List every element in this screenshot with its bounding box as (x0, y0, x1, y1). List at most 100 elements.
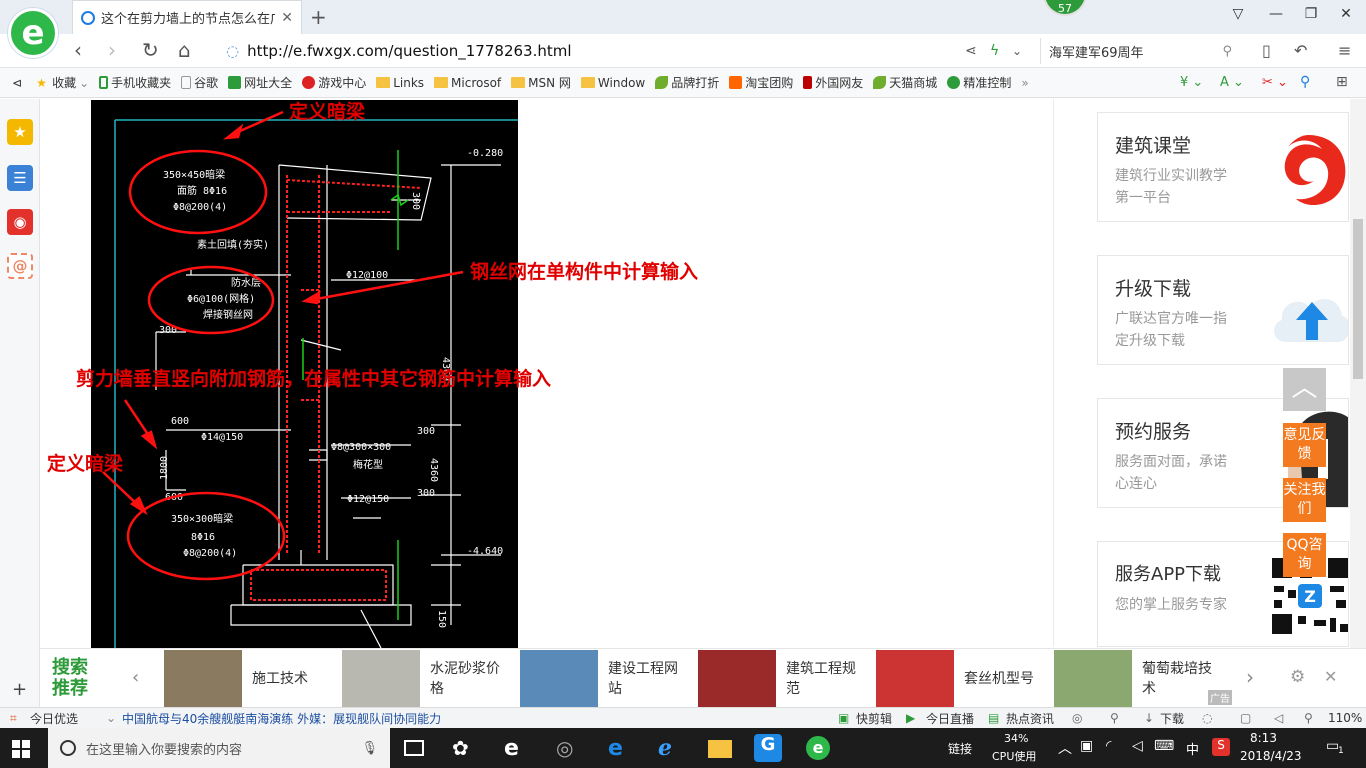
minimize-button[interactable]: — (1264, 6, 1288, 26)
bookmark-item[interactable]: 天猫商城 (873, 74, 937, 91)
close-recommend-icon[interactable]: ✕ (1324, 667, 1337, 686)
weibo-icon[interactable]: ◉ (7, 209, 33, 235)
shield-icon[interactable]: ¥ ⌄ (1180, 75, 1203, 90)
browser-logo-icon[interactable]: e (8, 8, 58, 58)
wifi-icon[interactable]: ◜ (1106, 738, 1111, 754)
quick-cut-button[interactable]: 快剪辑 (856, 710, 892, 727)
sogou-ime-icon[interactable]: S (1212, 738, 1230, 756)
recommend-item[interactable]: 水泥砂浆价格 (342, 649, 506, 708)
tray-app-icon[interactable]: ▣ (1080, 738, 1093, 754)
clock-date[interactable]: 2018/4/23 (1240, 749, 1302, 763)
recommend-item[interactable]: 套丝机型号 (876, 649, 1040, 708)
forward-button[interactable]: › (108, 38, 116, 62)
mobile-icon[interactable]: ▯ (1262, 41, 1271, 60)
glodon-app-icon[interactable]: G (754, 734, 782, 762)
bookmark-folder[interactable]: MSN 网 (511, 74, 571, 91)
favorites-star-icon[interactable]: ★ (7, 119, 33, 145)
download-button[interactable]: 下载 (1160, 710, 1184, 727)
feedback-button[interactable]: 意见反馈 (1283, 423, 1326, 467)
new-tab-button[interactable]: + (310, 5, 327, 29)
browser-tab[interactable]: 这个在剪力墙上的节点怎么在广联 ✕ (72, 0, 302, 34)
hot-news-button[interactable]: 热点资讯 (1006, 710, 1054, 727)
bookmark-item[interactable]: 精准控制 (947, 74, 1011, 91)
browser-e-app-icon[interactable]: e (504, 736, 528, 761)
bookmark-item[interactable]: 网址大全 (228, 74, 292, 91)
menu-icon[interactable]: ≡ (1338, 41, 1351, 60)
volume-icon[interactable]: ◁ (1274, 711, 1283, 725)
recommend-item[interactable]: 建设工程网站 (520, 649, 684, 708)
taskbar-search-box[interactable]: 在这里输入你要搜索的内容 🎙︎ (48, 728, 390, 768)
email-icon[interactable]: @ (7, 253, 33, 279)
add-sidebar-button[interactable]: + (12, 679, 27, 700)
tray-up-chevron-icon[interactable]: ︿ (1058, 738, 1072, 758)
pinwheel-app-icon[interactable]: ✿ (452, 736, 476, 760)
task-view-icon[interactable] (404, 740, 424, 756)
speed-icon[interactable]: ◎ (1072, 711, 1082, 725)
sidebar-toggle-icon[interactable]: ⊲ (12, 76, 22, 90)
keyboard-icon[interactable]: ⌨ (1154, 738, 1174, 754)
clock-time[interactable]: 8:13 (1250, 731, 1277, 745)
expand-chevron-icon[interactable]: ⌄ (106, 711, 116, 725)
follow-us-button[interactable]: 关注我们 (1283, 478, 1326, 522)
link-label[interactable]: 链接 (948, 740, 972, 757)
windows-start-icon[interactable] (12, 740, 30, 758)
swirl-app-icon[interactable]: ◎ (556, 736, 580, 760)
search-box[interactable]: 海军建军69周年 ⚲ (1040, 38, 1240, 64)
bookmark-item[interactable]: 游戏中心 (302, 74, 366, 91)
bookmark-folder[interactable]: Links (376, 76, 424, 90)
recommend-item[interactable]: 施工技术 (164, 649, 328, 708)
window-icon[interactable]: ▢ (1240, 711, 1251, 725)
bookmark-folder[interactable]: Microsof (434, 76, 501, 90)
page-scrollbar[interactable] (1350, 99, 1366, 707)
next-arrow-icon[interactable]: › (1246, 665, 1254, 689)
tab-close-icon[interactable]: ✕ (281, 10, 293, 26)
qq-consult-button[interactable]: QQ咨询 (1283, 533, 1326, 577)
home-icon[interactable]: ⌂ (178, 38, 191, 62)
more-bookmarks-icon[interactable]: » (1021, 76, 1028, 90)
reading-list-icon[interactable]: ☰ (7, 165, 33, 191)
pin-icon[interactable]: ⚲ (1110, 711, 1119, 725)
bookmark-item[interactable]: 手机收藏夹 (99, 74, 171, 91)
translate-icon[interactable]: A ⌄ (1220, 75, 1244, 90)
back-to-top-button[interactable]: ︿ (1283, 368, 1326, 411)
refresh-button[interactable]: ↻ (142, 38, 159, 62)
clean-icon[interactable]: ◌ (1202, 711, 1212, 725)
ad-card-classroom[interactable]: 建筑课堂 建筑行业实训教学第一平台 (1097, 112, 1349, 222)
back-button[interactable]: ‹ (74, 38, 82, 62)
address-bar[interactable]: ◌ http://e.fwxgx.com/question_1778263.ht… (226, 40, 1006, 62)
microphone-icon[interactable]: 🎙︎ (361, 741, 378, 756)
ad-card-upgrade[interactable]: 升级下载 广联达官方唯一指定升级下载 (1097, 255, 1349, 365)
bookmark-item[interactable]: ★ 收藏 ⌄ (36, 74, 89, 91)
scissors-icon[interactable]: ✂ ⌄ (1262, 75, 1288, 90)
zoom-level[interactable]: 110% (1328, 711, 1362, 725)
recommend-item[interactable]: 葡萄栽培技术 (1054, 649, 1218, 708)
recommend-item[interactable]: 建筑工程规范 (698, 649, 862, 708)
scrollbar-thumb[interactable] (1353, 219, 1363, 379)
browser-green-icon[interactable]: e (806, 736, 830, 760)
file-explorer-icon[interactable] (708, 740, 732, 758)
zoom-search-icon[interactable]: ⚲ (1300, 74, 1310, 90)
volume-tray-icon[interactable]: ◁ (1132, 738, 1143, 754)
live-button[interactable]: 今日直播 (926, 710, 974, 727)
ime-indicator[interactable]: 中 (1186, 739, 1199, 758)
prev-arrow-icon[interactable]: ‹ (132, 667, 139, 688)
lightning-icon[interactable]: ϟ (990, 43, 999, 59)
bookmark-item[interactable]: 品牌打折 (655, 74, 719, 91)
bookmark-folder[interactable]: Window (580, 76, 645, 90)
news-ticker[interactable]: 中国航母与40余艘舰艇南海演练 外媒：展现舰队间协同能力 (122, 710, 441, 727)
apps-grid-icon[interactable]: ⊞ (1336, 74, 1348, 90)
search-icon[interactable]: ⚲ (1222, 44, 1232, 59)
bookmark-item[interactable]: 谷歌 (181, 74, 218, 91)
close-window-button[interactable]: ✕ (1334, 6, 1358, 26)
bookmark-item[interactable]: 外国网友 (803, 74, 863, 91)
ie-icon[interactable]: ℯ (658, 736, 682, 761)
bookmark-item[interactable]: 淘宝团购 (729, 74, 793, 91)
settings-gear-icon[interactable]: ⚙ (1290, 667, 1305, 687)
undo-icon[interactable]: ↶ (1294, 41, 1307, 60)
notification-badge[interactable]: 57 (1043, 0, 1087, 16)
dropdown-chevron-icon[interactable]: ⌄ (1012, 44, 1022, 58)
shirt-skin-icon[interactable]: ▽ (1226, 6, 1250, 26)
today-picks[interactable]: 今日优选 (30, 710, 78, 727)
restore-button[interactable]: ❐ (1299, 6, 1323, 26)
edge-icon[interactable]: e (608, 736, 632, 761)
